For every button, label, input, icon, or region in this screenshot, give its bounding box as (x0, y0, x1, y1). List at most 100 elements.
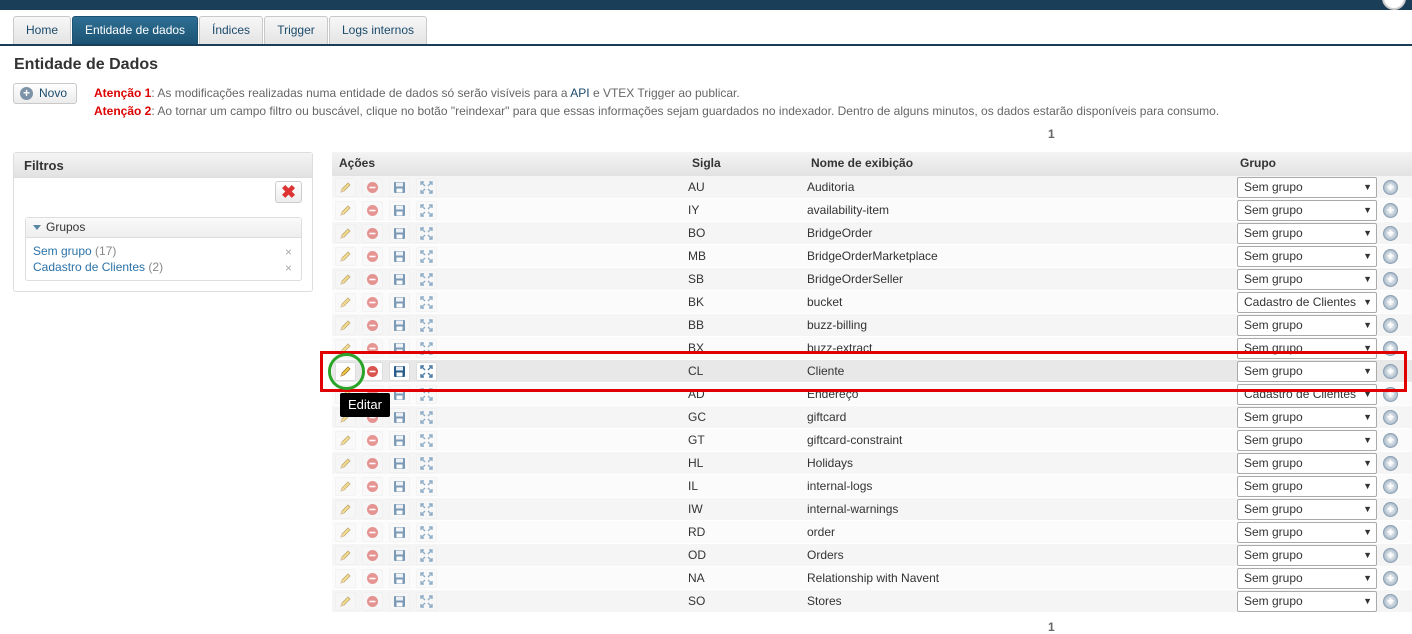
edit-button[interactable] (335, 224, 356, 243)
remove-button[interactable] (362, 339, 383, 358)
remove-button[interactable] (362, 178, 383, 197)
group-select[interactable]: Sem grupo ▼ (1237, 269, 1377, 290)
save-button[interactable] (389, 178, 410, 197)
expand-button[interactable] (416, 431, 437, 450)
save-button[interactable] (389, 247, 410, 266)
tab-trigger[interactable]: Trigger (264, 16, 328, 44)
save-button[interactable] (389, 201, 410, 220)
remove-button[interactable] (362, 247, 383, 266)
api-link[interactable]: API (570, 86, 589, 100)
group-select[interactable]: Sem grupo ▼ (1237, 246, 1377, 267)
group-select[interactable]: Sem grupo ▼ (1237, 499, 1377, 520)
expand-button[interactable] (416, 316, 437, 335)
edit-button[interactable] (335, 178, 356, 197)
add-group-button[interactable]: + (1383, 433, 1398, 448)
add-group-button[interactable]: + (1383, 525, 1398, 540)
edit-button[interactable] (335, 339, 356, 358)
clear-filters-button[interactable]: ✖ (275, 181, 302, 203)
tab-home[interactable]: Home (13, 16, 71, 44)
expand-button[interactable] (416, 224, 437, 243)
remove-group-filter-icon[interactable]: × (285, 261, 292, 275)
group-select[interactable]: Sem grupo ▼ (1237, 200, 1377, 221)
remove-button[interactable] (362, 270, 383, 289)
add-group-button[interactable]: + (1383, 571, 1398, 586)
group-select[interactable]: Sem grupo ▼ (1237, 522, 1377, 543)
group-select[interactable]: Sem grupo ▼ (1237, 338, 1377, 359)
expand-button[interactable] (416, 178, 437, 197)
save-button[interactable] (389, 477, 410, 496)
remove-button[interactable] (362, 523, 383, 542)
add-group-button[interactable]: + (1383, 203, 1398, 218)
group-select[interactable]: Sem grupo ▼ (1237, 223, 1377, 244)
add-group-button[interactable]: + (1383, 410, 1398, 425)
add-group-button[interactable]: + (1383, 249, 1398, 264)
expand-button[interactable] (416, 201, 437, 220)
remove-button[interactable] (362, 546, 383, 565)
add-group-button[interactable]: + (1383, 295, 1398, 310)
edit-button[interactable] (335, 247, 356, 266)
save-button[interactable] (389, 592, 410, 611)
remove-button[interactable] (362, 431, 383, 450)
save-button[interactable] (389, 454, 410, 473)
expand-button[interactable] (416, 293, 437, 312)
group-select[interactable]: Sem grupo ▼ (1237, 430, 1377, 451)
pager-bottom[interactable]: 1 (1048, 620, 1055, 634)
group-select[interactable]: Sem grupo ▼ (1237, 568, 1377, 589)
group-select[interactable]: Sem grupo ▼ (1237, 453, 1377, 474)
edit-button[interactable] (335, 454, 356, 473)
expand-button[interactable] (416, 339, 437, 358)
group-item-sem-grupo[interactable]: Sem grupo (17) (33, 244, 116, 258)
edit-button[interactable] (335, 362, 356, 381)
tab-logs-internos[interactable]: Logs internos (329, 16, 427, 44)
pager-top[interactable]: 1 (1048, 127, 1055, 141)
edit-button[interactable] (335, 500, 356, 519)
expand-button[interactable] (416, 523, 437, 542)
save-button[interactable] (389, 523, 410, 542)
add-group-button[interactable]: + (1383, 479, 1398, 494)
expand-button[interactable] (416, 362, 437, 381)
save-button[interactable] (389, 385, 410, 404)
add-group-button[interactable]: + (1383, 318, 1398, 333)
novo-button[interactable]: + Novo (13, 83, 77, 104)
save-button[interactable] (389, 431, 410, 450)
save-button[interactable] (389, 339, 410, 358)
expand-button[interactable] (416, 454, 437, 473)
group-select[interactable]: Sem grupo ▼ (1237, 315, 1377, 336)
remove-button[interactable] (362, 201, 383, 220)
remove-button[interactable] (362, 454, 383, 473)
save-button[interactable] (389, 270, 410, 289)
save-button[interactable] (389, 316, 410, 335)
save-button[interactable] (389, 500, 410, 519)
groups-header[interactable]: Grupos (26, 218, 301, 238)
edit-button[interactable] (335, 523, 356, 542)
expand-button[interactable] (416, 270, 437, 289)
edit-button[interactable] (335, 270, 356, 289)
group-select[interactable]: Cadastro de Clientes ▼ (1237, 292, 1377, 313)
add-group-button[interactable]: + (1383, 180, 1398, 195)
expand-button[interactable] (416, 546, 437, 565)
group-select[interactable]: Sem grupo ▼ (1237, 361, 1377, 382)
add-group-button[interactable]: + (1383, 502, 1398, 517)
group-select[interactable]: Sem grupo ▼ (1237, 591, 1377, 612)
expand-button[interactable] (416, 569, 437, 588)
expand-button[interactable] (416, 592, 437, 611)
tab-entidade-de-dados[interactable]: Entidade de dados (72, 16, 198, 44)
expand-button[interactable] (416, 408, 437, 427)
remove-button[interactable] (362, 224, 383, 243)
remove-button[interactable] (362, 592, 383, 611)
remove-button[interactable] (362, 477, 383, 496)
expand-button[interactable] (416, 500, 437, 519)
edit-button[interactable] (335, 546, 356, 565)
save-button[interactable] (389, 546, 410, 565)
tab-indices[interactable]: Índices (199, 16, 263, 44)
save-button[interactable] (389, 293, 410, 312)
group-select[interactable]: Sem grupo ▼ (1237, 177, 1377, 198)
add-group-button[interactable]: + (1383, 594, 1398, 609)
expand-button[interactable] (416, 385, 437, 404)
add-group-button[interactable]: + (1383, 364, 1398, 379)
edit-button[interactable] (335, 201, 356, 220)
group-select[interactable]: Sem grupo ▼ (1237, 407, 1377, 428)
group-select[interactable]: Sem grupo ▼ (1237, 545, 1377, 566)
save-button[interactable] (389, 569, 410, 588)
remove-button[interactable] (362, 500, 383, 519)
